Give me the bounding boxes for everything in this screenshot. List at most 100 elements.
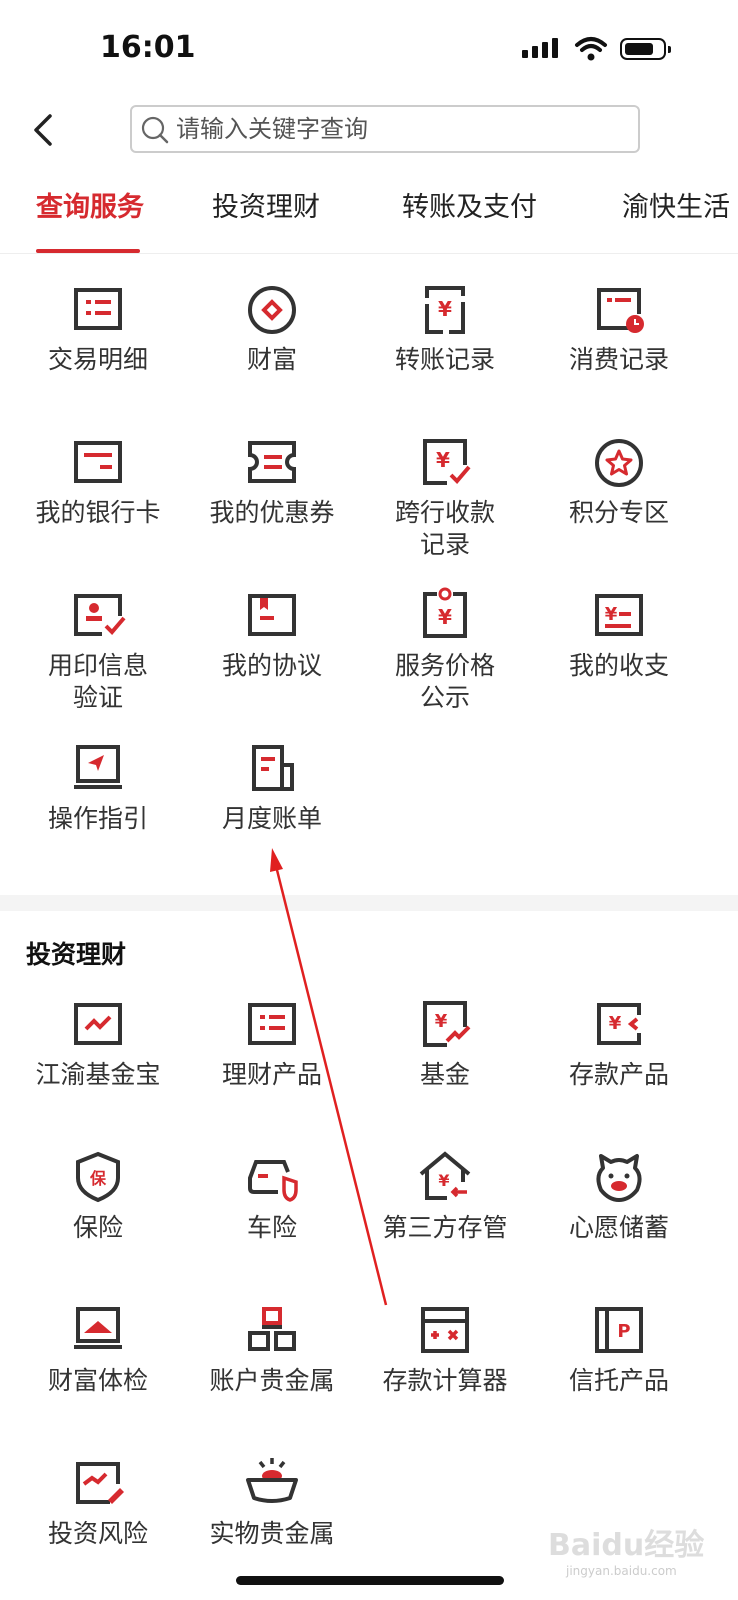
investment-deposit-calculator[interactable]: 存款计算器 [356,1301,534,1397]
physical-gold-icon [246,1458,298,1503]
fund-treasure-icon [74,1003,122,1045]
wifi-icon [575,37,607,61]
service-label: 我的协议 [221,651,322,680]
service-label: 消费记录 [568,345,669,374]
wealth-icon [248,286,296,334]
service-label: 我的收支 [568,651,669,680]
monthly-bill-icon [252,745,294,791]
top-bar [0,100,738,160]
investment-insurance[interactable]: 保 保险 [9,1148,187,1244]
investment-label: 江渝基金宝 [35,1060,161,1089]
search-icon [141,116,169,144]
deposit-calculator-icon [421,1307,469,1353]
service-transfer-record[interactable]: ¥ 转账记录 [356,280,534,376]
investment-wealth-product[interactable]: 理财产品 [183,995,361,1091]
service-coupon[interactable]: 我的优惠券 [183,433,361,529]
service-label: 月度账单 [221,804,322,833]
investment-account-precious-metal[interactable]: 账户贵金属 [183,1301,361,1397]
service-consumption-record[interactable]: 消费记录 [530,280,708,376]
back-arrow-icon[interactable] [28,110,58,150]
interbank-receipt-icon: ¥ [423,439,471,485]
svg-text:¥: ¥ [438,1171,449,1190]
svg-text:P: P [617,1321,630,1342]
search-box[interactable] [130,105,640,153]
investment-label: 心愿储蓄 [568,1213,669,1242]
investment-deposit-product[interactable]: ¥ 存款产品 [530,995,708,1091]
coupon-icon [248,441,296,483]
investment-physical-gold[interactable]: 实物贵金属 [183,1454,361,1550]
tab-investment[interactable]: 投资理财 [212,185,320,253]
svg-text:¥: ¥ [435,1011,448,1032]
service-label: 积分专区 [568,498,669,527]
insurance-shield-icon: 保 [76,1151,120,1203]
investment-label: 信托产品 [568,1366,669,1395]
investment-risk[interactable]: 投资风险 [9,1454,187,1550]
service-price-disclosure[interactable]: ¥ 服务价格公示 [356,586,534,714]
tab-transfer-payment[interactable]: 转账及支付 [402,185,537,253]
service-label: 跨行收款记录 [394,498,495,559]
service-operation-guide[interactable]: 操作指引 [9,739,187,835]
guide-icon [74,745,122,789]
income-expense-icon: ¥ [595,594,643,636]
svg-text:¥: ¥ [438,605,452,629]
service-label: 我的优惠券 [209,498,335,527]
service-income-expense[interactable]: ¥ 我的收支 [530,586,708,682]
cellular-signal-icon [522,38,558,58]
investment-fund[interactable]: ¥ 基金 [356,995,534,1091]
svg-text:¥: ¥ [438,297,452,321]
wealth-product-icon [248,1003,296,1045]
investment-label: 账户贵金属 [209,1366,335,1395]
investment-label: 车险 [246,1213,297,1242]
service-agreement[interactable]: 我的协议 [183,586,361,682]
investment-wealth-checkup[interactable]: 财富体检 [9,1301,187,1397]
third-party-depository-icon: ¥ [419,1151,471,1200]
investment-section-title: 投资理财 [26,940,127,969]
service-transaction-detail[interactable]: 交易明细 [9,280,187,376]
service-interbank-receipt[interactable]: ¥ 跨行收款记录 [356,433,534,561]
service-label: 财富 [246,345,297,374]
service-bank-card[interactable]: 我的银行卡 [9,433,187,529]
investment-label: 第三方存管 [382,1213,508,1242]
investment-label: 基金 [419,1060,470,1089]
search-input[interactable] [176,111,616,147]
trust-product-icon: P [595,1307,643,1353]
baidu-jingyan-watermark: Baidu经验 jingyan.baidu.com [548,1528,705,1578]
investment-label: 实物贵金属 [209,1519,335,1548]
investment-wish-savings[interactable]: 心愿储蓄 [530,1148,708,1244]
tab-query-services[interactable]: 查询服务 [36,185,144,253]
svg-text:¥: ¥ [436,448,450,472]
investment-risk-icon [76,1462,124,1504]
deposit-product-icon: ¥ [597,1003,641,1045]
agreement-icon [248,594,296,636]
investment-label: 财富体检 [47,1366,148,1395]
investment-trust-product[interactable]: P 信托产品 [530,1301,708,1397]
account-precious-metal-icon [248,1307,296,1351]
service-label: 我的银行卡 [35,498,161,527]
investment-label: 存款计算器 [382,1366,508,1395]
points-star-icon [595,439,643,487]
wealth-checkup-icon [74,1307,122,1349]
tab-yukuai-life[interactable]: 渝快生活 [622,185,730,253]
service-label: 操作指引 [47,804,148,833]
home-indicator [236,1576,504,1585]
service-points-zone[interactable]: 积分专区 [530,433,708,529]
service-label: 用印信息验证 [47,651,148,712]
svg-text:¥: ¥ [605,604,618,625]
transfer-record-icon: ¥ [425,286,465,334]
category-tabs: 查询服务 投资理财 转账及支付 渝快生活 [0,185,738,254]
consumption-record-icon [597,288,644,333]
service-price-icon: ¥ [423,587,467,638]
service-monthly-bill[interactable]: 月度账单 [183,739,361,835]
battery-icon [620,38,671,60]
investment-fund-treasure[interactable]: 江渝基金宝 [9,995,187,1091]
service-seal-verify[interactable]: 用印信息验证 [9,586,187,714]
section-divider [0,895,738,911]
bank-card-icon [74,441,122,483]
service-label: 交易明细 [47,345,148,374]
status-time: 16:01 [100,30,196,65]
investment-third-party-depository[interactable]: ¥ 第三方存管 [356,1148,534,1244]
investment-car-insurance[interactable]: 车险 [183,1148,361,1244]
piggy-bank-icon [596,1154,642,1202]
investment-label: 存款产品 [568,1060,669,1089]
service-wealth[interactable]: 财富 [183,280,361,376]
